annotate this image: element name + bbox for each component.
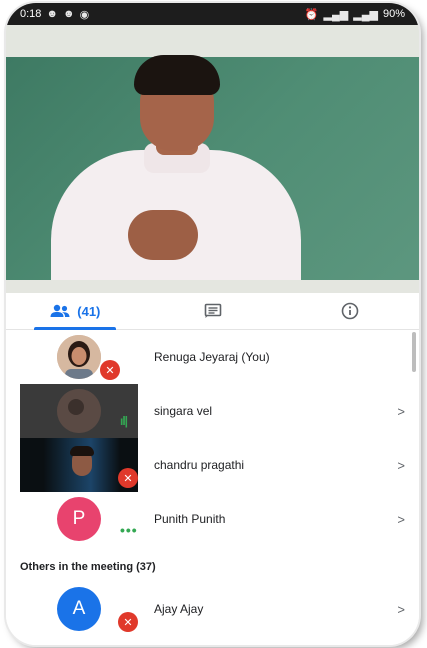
speaker-hands [128,210,198,260]
more-dots-icon: ••• [120,522,138,538]
chat-icon [204,303,221,318]
others-section-header: Others in the meeting (37) [20,561,156,573]
signal-icon: ▂▄▆ [323,8,349,21]
avatar-photo-icon [57,335,101,379]
participant-name: Renuga Jeyaraj (You) [154,350,270,364]
video-thumb-hair [70,446,94,456]
participant-row[interactable]: A ✕ Ajay Ajay > [6,582,419,636]
mic-off-icon: ✕ [118,468,138,488]
avatar [57,335,101,379]
tab-people[interactable]: (41) [6,293,144,330]
signal-icon: ▂▄▆ [353,8,378,21]
participant-name: singara vel [154,404,213,418]
main-video-feed[interactable] [6,25,419,293]
participant-row-self[interactable]: ✕ Renuga Jeyaraj (You) [6,330,419,384]
tab-people-count: (41) [77,303,101,319]
status-bar: 0:18 ☻ ☻ ◉ ⏰ ▂▄▆ ▂▄▆ 90% [6,3,419,25]
people-icon [50,304,70,317]
video-background-wall [6,25,419,57]
participant-thumb: A ✕ [20,582,138,636]
notification-person-icon: ☻ [46,8,58,20]
avatar: P [57,497,101,541]
phone-screen: 0:18 ☻ ☻ ◉ ⏰ ▂▄▆ ▂▄▆ 90% (41) ✕ Renuga J… [6,3,419,645]
participant-thumb: ıl| [20,384,138,438]
tab-bar: (41) [6,293,419,330]
location-icon: ◉ [79,8,90,21]
avatar [57,389,101,433]
participant-name: chandru pragathi [154,458,245,472]
speaker-hair [134,55,220,95]
participant-row[interactable]: ıl| singara vel > [6,384,419,438]
participant-list: ✕ Renuga Jeyaraj (You) ıl| singara vel > [6,330,419,645]
participant-thumb: ✕ [20,330,138,384]
notification-person-icon: ☻ [63,8,75,20]
participant-row[interactable]: P ••• Punith Punith > [6,492,419,546]
chevron-right-icon[interactable]: > [397,602,405,617]
status-left: 0:18 ☻ ☻ ◉ [20,8,89,21]
mic-off-icon: ✕ [100,360,120,380]
participant-name: Punith Punith [154,512,226,526]
video-floor [6,280,419,293]
participant-row[interactable]: ✕ chandru pragathi > [6,438,419,492]
tab-chat[interactable] [144,293,282,329]
participant-thumb: ✕ [20,438,138,492]
chevron-right-icon[interactable]: > [397,512,405,527]
chevron-right-icon[interactable]: > [397,458,405,473]
avatar: A [57,587,101,631]
mic-off-icon: ✕ [118,612,138,632]
participant-thumb: P ••• [20,492,138,546]
participant-name: Ajay Ajay [154,602,204,616]
speaking-indicator-icon: ıl| [120,414,128,428]
tab-info[interactable] [281,293,419,329]
avatar-photo-icon [57,389,101,433]
status-right: ⏰ ▂▄▆ ▂▄▆ 90% [305,8,405,21]
battery-level: 90% [382,8,405,20]
status-time: 0:18 [20,8,42,20]
chevron-right-icon[interactable]: > [397,404,405,419]
info-icon [341,302,359,320]
alarm-icon: ⏰ [304,8,319,21]
